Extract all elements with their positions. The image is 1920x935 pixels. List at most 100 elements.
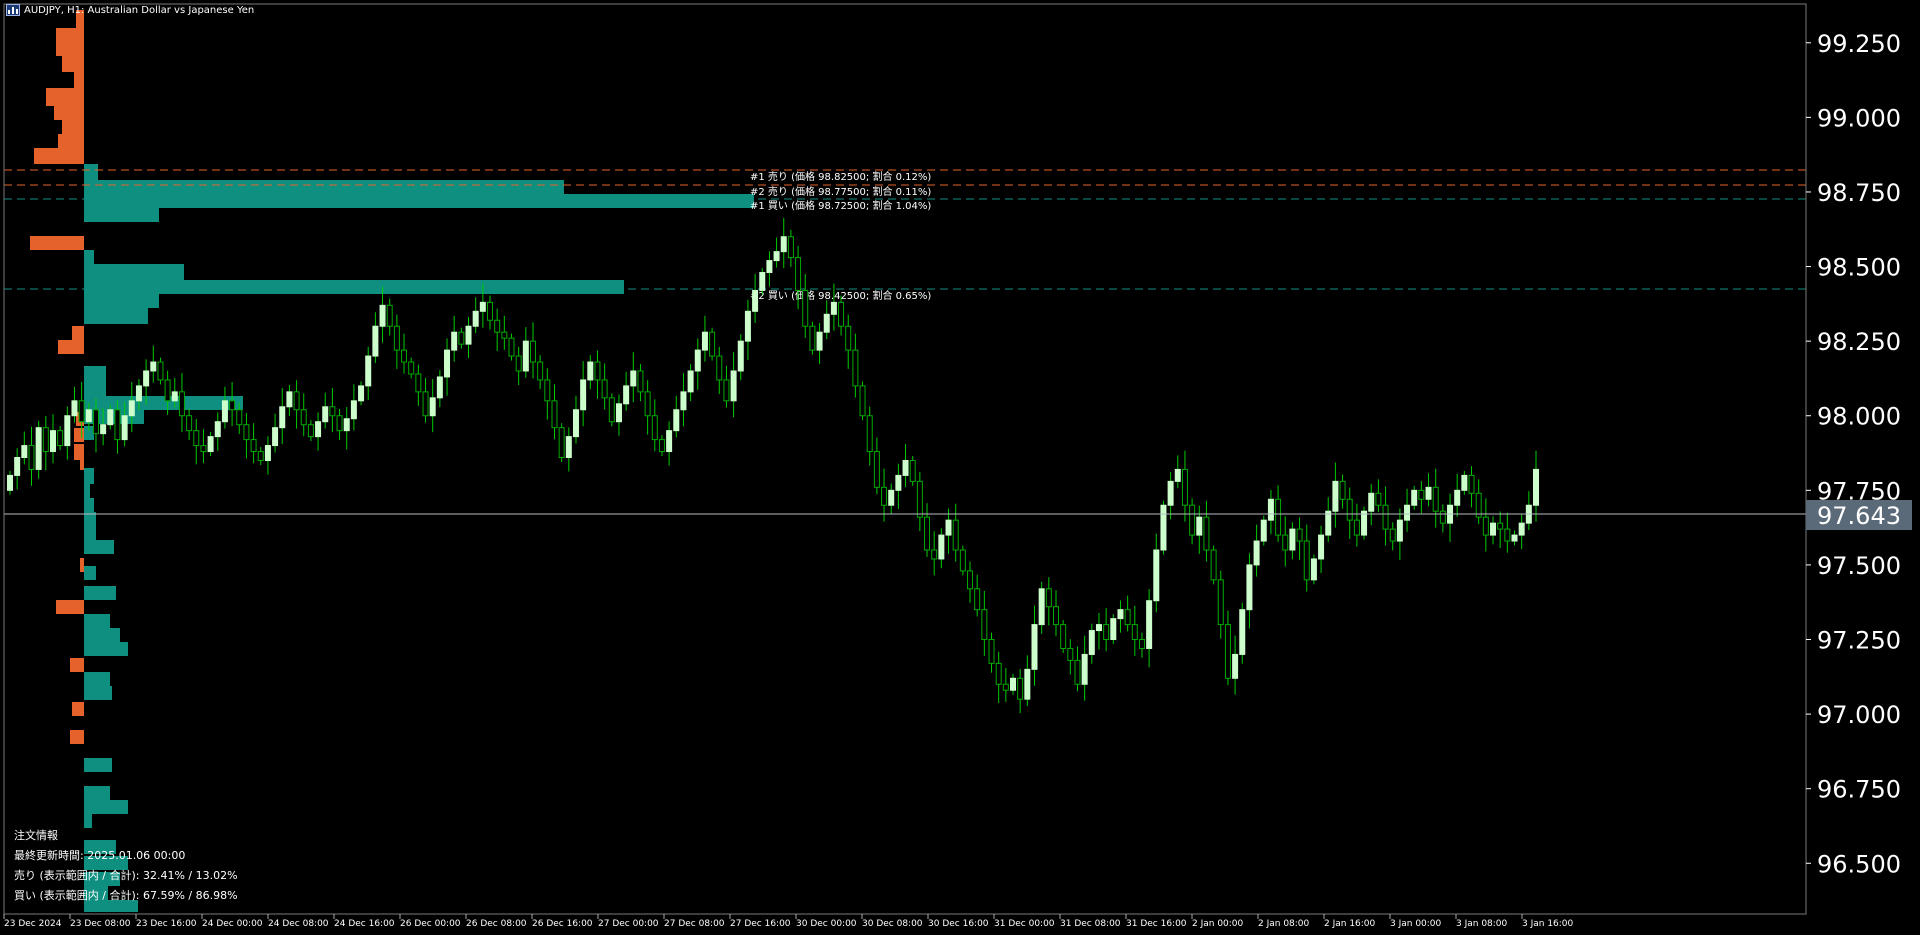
bear-candle	[809, 325, 816, 351]
bear-candle	[1217, 579, 1224, 626]
bear-candle	[637, 370, 644, 393]
buy-volume-bar	[84, 280, 624, 294]
bear-candle	[393, 325, 400, 351]
buy-volume-bar	[84, 250, 94, 264]
bull-candle	[730, 370, 737, 402]
bull-candle	[64, 415, 71, 447]
time-label: 30 Dec 16:00	[928, 919, 989, 929]
bull-candle	[823, 313, 830, 333]
buy-volume-bar	[84, 194, 754, 208]
bull-candle	[580, 379, 587, 411]
price-chart[interactable]: #1 売り (価格 98.82500; 割合 0.12%) #2 売り (価格 9…	[0, 0, 1920, 935]
bull-candle	[372, 325, 379, 357]
bull-candle	[630, 370, 637, 387]
sell-volume-bar	[80, 558, 84, 572]
bear-candle	[494, 319, 501, 333]
buy-volume-bar	[84, 642, 128, 656]
time-label: 27 Dec 08:00	[664, 919, 725, 929]
order-info-title: 注文情報	[14, 829, 58, 842]
sell-volume-bar	[54, 106, 84, 120]
buy-volume-bar	[84, 468, 94, 484]
bull-candle	[107, 409, 114, 426]
bull-candle	[701, 331, 708, 351]
bear-candle	[881, 486, 888, 506]
bear-candle	[157, 361, 164, 381]
bull-candle	[1310, 558, 1317, 581]
time-label: 26 Dec 08:00	[466, 919, 527, 929]
bear-candle	[873, 451, 880, 488]
bear-candle	[1504, 528, 1511, 542]
bear-candle	[981, 609, 988, 641]
bear-candle	[28, 445, 35, 470]
bear-candle	[866, 415, 873, 453]
bull-candle	[1511, 534, 1518, 542]
bear-candle	[300, 409, 307, 426]
bear-candle	[988, 639, 995, 664]
bear-candle	[1060, 624, 1067, 649]
bull-candle	[623, 385, 630, 405]
time-label: 2 Jan 08:00	[1258, 919, 1310, 929]
time-label: 24 Dec 00:00	[202, 919, 263, 929]
time-label: 27 Dec 16:00	[730, 919, 791, 929]
bear-candle	[558, 427, 565, 459]
chart-window-icon[interactable]	[6, 4, 20, 16]
bear-candle	[1224, 624, 1231, 679]
bull-candle	[1267, 498, 1274, 521]
bear-candle	[250, 439, 257, 453]
bull-candle	[1031, 624, 1038, 670]
bear-candle	[1275, 498, 1282, 536]
bear-candle	[515, 355, 522, 372]
sell-volume-bar	[58, 340, 84, 354]
bull-candle	[21, 445, 28, 459]
time-label: 3 Jan 16:00	[1522, 919, 1574, 929]
bear-candle	[293, 391, 300, 411]
bull-candle	[587, 361, 594, 381]
current-price-label: 97.643	[1817, 502, 1901, 530]
level-label-sell: #2 売り (価格 98.77500; 割合 0.11%)	[750, 185, 931, 198]
bear-candle	[1303, 540, 1310, 581]
price-label: 97.500	[1817, 552, 1901, 580]
price-label: 96.750	[1817, 776, 1901, 804]
price-label: 97.250	[1817, 627, 1901, 655]
bear-candle	[508, 337, 515, 357]
bull-candle	[1454, 489, 1461, 506]
bull-candle	[1081, 653, 1088, 685]
bear-candle	[1497, 522, 1504, 530]
bear-candle	[1432, 486, 1439, 512]
bull-candle	[1160, 504, 1167, 551]
time-label: 23 Dec 2024	[4, 919, 62, 929]
bear-candle	[501, 331, 508, 339]
bear-candle	[487, 301, 494, 321]
time-label: 31 Dec 00:00	[994, 919, 1055, 929]
bear-candle	[236, 409, 243, 426]
bear-candle	[658, 439, 665, 453]
bull-candle	[150, 361, 157, 372]
buy-volume-bar	[84, 208, 159, 222]
buy-volume-bar	[84, 614, 110, 628]
order-info-panel: 注文情報 最終更新時間: 2025.01.06 00:00 売り (表示範囲内 …	[14, 826, 238, 906]
bull-candle	[522, 340, 529, 372]
bull-candle	[429, 397, 436, 417]
bear-candle	[1210, 549, 1217, 581]
price-label: 96.500	[1817, 850, 1901, 878]
bull-candle	[759, 272, 766, 291]
bull-candle	[687, 370, 694, 393]
bull-candle	[350, 400, 357, 420]
bear-candle	[42, 427, 49, 453]
sell-volume-bar	[46, 88, 84, 106]
sell-volume-bar	[34, 148, 84, 164]
sell-volume-bar	[74, 428, 84, 442]
bear-candle	[329, 406, 336, 417]
bull-candle	[1332, 480, 1339, 512]
bear-candle	[415, 373, 422, 393]
bull-candle	[143, 370, 150, 387]
bear-candle	[601, 379, 608, 399]
price-label: 99.000	[1817, 104, 1901, 132]
bull-candle	[465, 325, 472, 345]
bull-candle	[737, 340, 744, 372]
bull-candle	[1318, 534, 1325, 560]
bear-candle	[916, 480, 923, 518]
bull-candle	[1260, 519, 1267, 542]
order-info-sell-ratio: 売り (表示範囲内 / 合計): 32.41% / 13.02%	[14, 869, 238, 882]
buy-volume-bar	[84, 786, 110, 800]
